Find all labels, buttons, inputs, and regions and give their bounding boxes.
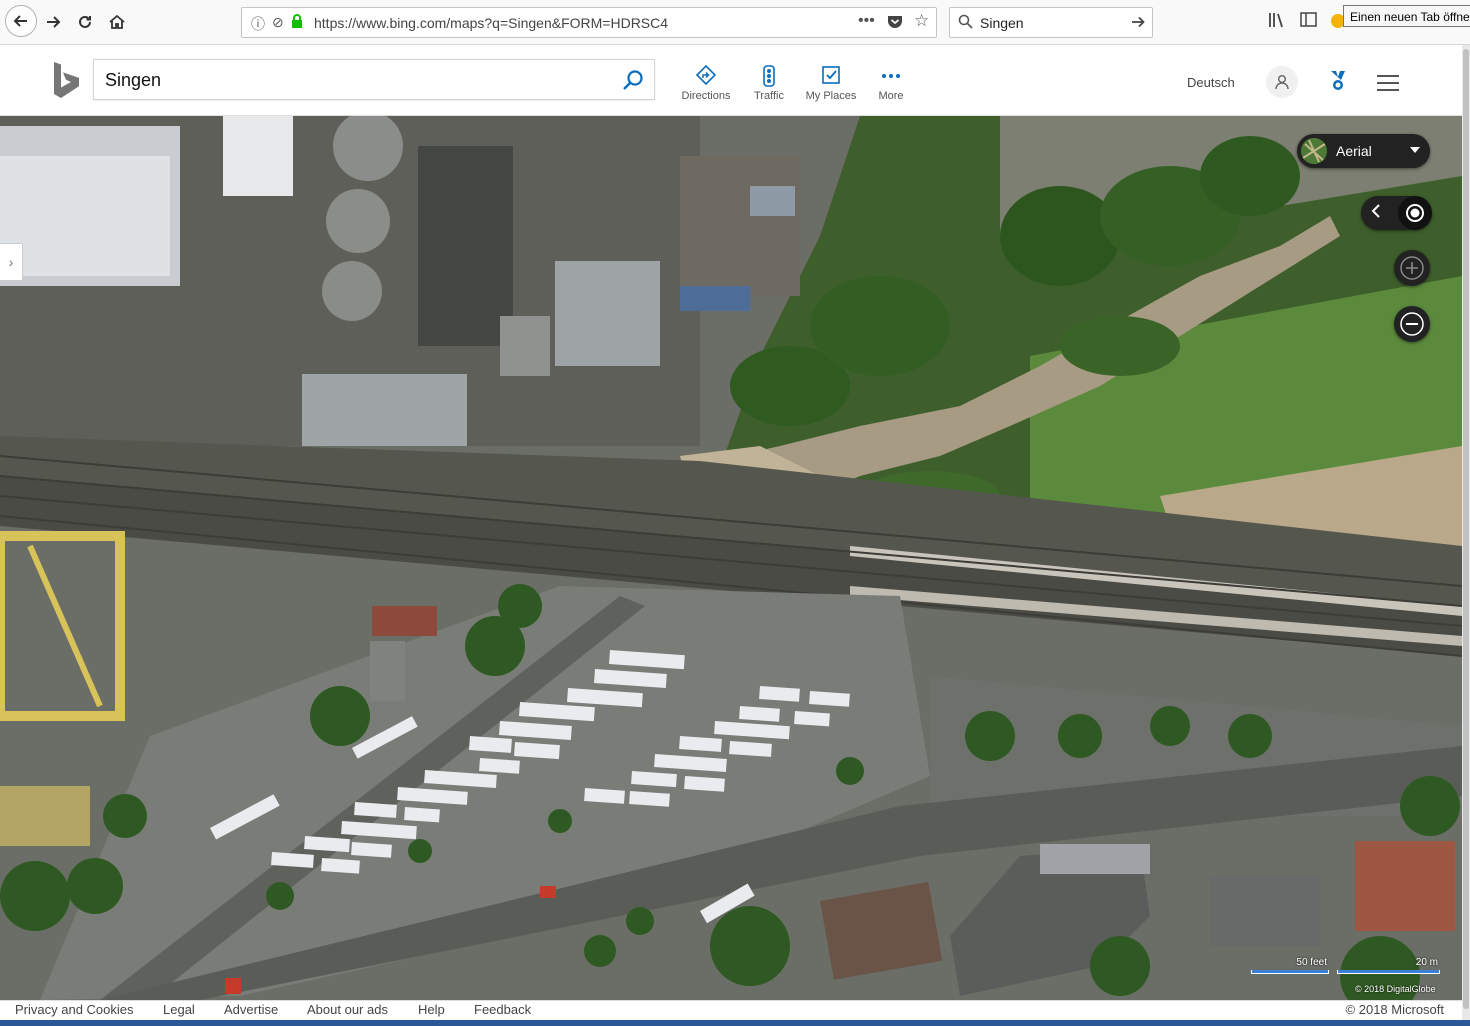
more-icon xyxy=(856,65,926,87)
footer-link-privacy[interactable]: Privacy and Cookies xyxy=(15,1002,134,1017)
browser-search-text[interactable]: Singen xyxy=(980,15,1024,31)
sign-in-button[interactable] xyxy=(1266,66,1298,98)
footer-link-about-ads[interactable]: About our ads xyxy=(307,1002,388,1017)
directions-button[interactable]: Directions xyxy=(671,64,741,102)
traffic-label: Traffic xyxy=(754,90,784,102)
new-tab-tooltip: Einen neuen Tab öffne xyxy=(1343,5,1470,27)
forward-button[interactable] xyxy=(38,7,68,37)
footer-link-advertise[interactable]: Advertise xyxy=(224,1002,278,1017)
locate-icon xyxy=(1406,204,1424,222)
reload-button[interactable] xyxy=(70,7,100,37)
directions-icon xyxy=(671,64,741,87)
chevron-left-icon[interactable] xyxy=(1371,204,1381,221)
bing-header: Singen Directions Traffic My Places More… xyxy=(0,45,1462,116)
locate-me-button[interactable] xyxy=(1398,196,1432,230)
back-button[interactable] xyxy=(5,5,37,37)
footer-link-help[interactable]: Help xyxy=(418,1002,445,1017)
scale-meters-label: 20 m xyxy=(1415,957,1438,968)
side-panel-toggle[interactable]: › xyxy=(0,243,23,281)
url-bar[interactable]: ⓘ ⊘ https://www.bing.com/maps?q=Singen&F… xyxy=(241,7,937,38)
tracking-protection-icon[interactable]: ⊘ xyxy=(272,14,284,31)
caret-down-icon xyxy=(1410,147,1420,153)
search-icon xyxy=(958,14,973,32)
info-icon[interactable]: ⓘ xyxy=(251,14,265,34)
copyright-text: © 2018 Microsoft xyxy=(1345,1002,1444,1017)
user-icon xyxy=(1275,75,1289,90)
arrow-left-icon xyxy=(13,15,27,27)
taskbar-edge xyxy=(0,1020,1470,1026)
language-selector[interactable]: Deutsch xyxy=(1187,75,1235,90)
minus-icon xyxy=(1400,312,1424,336)
map-search-box[interactable]: Singen xyxy=(93,59,655,100)
plus-icon xyxy=(1400,256,1424,280)
aerial-thumbnail-icon xyxy=(1301,138,1327,164)
map-style-selector[interactable]: Aerial xyxy=(1297,134,1430,168)
map-search-input[interactable]: Singen xyxy=(105,70,161,91)
arrow-right-icon xyxy=(47,16,61,28)
bing-logo[interactable] xyxy=(52,61,82,99)
zoom-out-button[interactable] xyxy=(1394,306,1430,342)
locate-control[interactable] xyxy=(1361,196,1432,230)
home-icon xyxy=(109,14,125,29)
search-go-icon[interactable] xyxy=(1130,14,1146,33)
scale-bar-meters: 20 m xyxy=(1337,957,1440,974)
imagery-credit: © 2018 DigitalGlobe xyxy=(1355,984,1436,994)
zoom-in-button[interactable] xyxy=(1394,250,1430,286)
pocket-icon[interactable] xyxy=(887,14,903,32)
lock-icon[interactable] xyxy=(291,14,303,31)
directions-label: Directions xyxy=(681,90,731,102)
browser-search-bar[interactable]: Singen xyxy=(949,7,1153,38)
scale-feet-label: 50 feet xyxy=(1296,957,1327,968)
page-scrollbar[interactable] xyxy=(1462,45,1470,1020)
url-text[interactable]: https://www.bing.com/maps?q=Singen&FORM=… xyxy=(314,15,668,31)
more-label: More xyxy=(878,90,904,102)
footer-link-feedback[interactable]: Feedback xyxy=(474,1002,531,1017)
map-style-label: Aerial xyxy=(1336,143,1372,159)
page-actions-icon[interactable]: ••• xyxy=(858,12,875,30)
more-button[interactable]: More xyxy=(856,65,926,102)
traffic-button[interactable]: Traffic xyxy=(734,65,804,102)
scrollbar-thumb[interactable] xyxy=(1463,49,1469,1009)
bookmark-star-icon[interactable]: ☆ xyxy=(914,11,929,31)
browser-toolbar: ⓘ ⊘ https://www.bing.com/maps?q=Singen&F… xyxy=(0,0,1470,45)
library-icon[interactable] xyxy=(1268,12,1286,33)
search-icon[interactable] xyxy=(622,69,644,91)
footer-link-legal[interactable]: Legal xyxy=(163,1002,195,1017)
reload-icon xyxy=(79,15,91,28)
scale-bar-feet: 50 feet xyxy=(1251,957,1329,974)
footer: Privacy and Cookies Legal Advertise Abou… xyxy=(0,1000,1462,1020)
rewards-icon[interactable] xyxy=(1328,70,1348,94)
map-canvas[interactable]: › Aerial 50 feet 20 m © 2018 DigitalGlob… xyxy=(0,116,1462,1000)
sidebar-toggle-icon[interactable] xyxy=(1300,12,1317,32)
chevron-right-icon: › xyxy=(8,254,14,270)
home-button[interactable] xyxy=(102,7,132,37)
menu-hamburger-icon[interactable] xyxy=(1377,75,1399,96)
traffic-icon xyxy=(734,65,804,87)
aerial-imagery xyxy=(0,116,1462,1000)
